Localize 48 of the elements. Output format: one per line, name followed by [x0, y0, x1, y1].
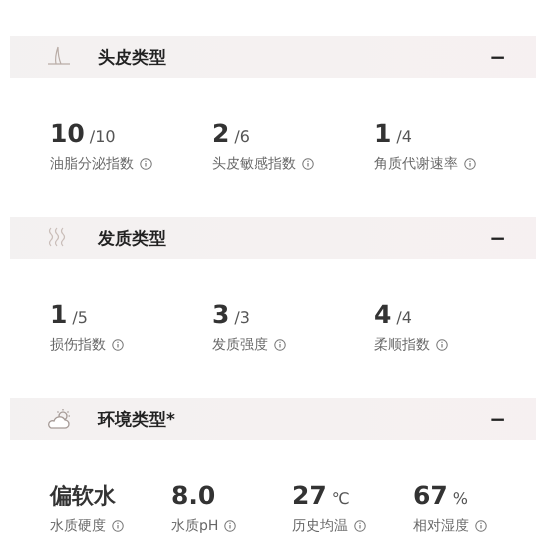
metric-value: 10 — [50, 119, 85, 148]
section-title: 发质类型 — [98, 228, 167, 250]
info-icon[interactable] — [436, 339, 448, 351]
info-icon[interactable] — [224, 520, 236, 532]
collapse-button[interactable]: − — [489, 228, 506, 248]
metric-unit: /3 — [234, 308, 250, 327]
metric-label: 头皮敏感指数 — [212, 155, 296, 173]
info-icon[interactable] — [464, 158, 476, 170]
metric-label: 损伤指数 — [50, 336, 106, 354]
metric-label: 油脂分泌指数 — [50, 155, 134, 173]
info-icon[interactable] — [112, 339, 124, 351]
metric-value: 4 — [374, 300, 392, 329]
collapse-button[interactable]: − — [489, 47, 506, 67]
metric-unit: /6 — [234, 127, 250, 146]
info-icon[interactable] — [140, 158, 152, 170]
section-title: 环境类型* — [98, 408, 176, 430]
metric-value: 偏软水 — [50, 483, 116, 511]
metric-value: 2 — [212, 119, 230, 148]
metric-value: 27 — [292, 481, 327, 510]
metric-unit: /4 — [396, 308, 412, 327]
metric-value: 3 — [212, 300, 230, 329]
info-icon[interactable] — [112, 520, 124, 532]
metric-label: 水质硬度 — [50, 517, 106, 535]
cloud-sun-icon — [46, 408, 72, 430]
metric-unit: /10 — [90, 127, 116, 146]
metric-unit: /4 — [396, 127, 412, 146]
metric-label: 水质pH — [171, 517, 218, 535]
metric-value: 1 — [374, 119, 392, 148]
info-icon[interactable] — [475, 520, 487, 532]
metric-label: 发质强度 — [212, 336, 268, 354]
metric-unit: ℃ — [332, 489, 350, 508]
metric-label: 历史均温 — [292, 517, 348, 535]
metric-label: 相对湿度 — [413, 517, 469, 535]
section-header[interactable]: 发质类型 − — [10, 217, 536, 259]
info-icon[interactable] — [302, 158, 314, 170]
metric-value: 1 — [50, 300, 68, 329]
info-icon[interactable] — [274, 339, 286, 351]
collapse-button[interactable]: − — [489, 409, 506, 429]
metric-unit: /5 — [72, 308, 88, 327]
metric-value: 67 — [413, 481, 448, 510]
section-title: 头皮类型 — [98, 46, 167, 68]
metric-label: 柔顺指数 — [374, 336, 430, 354]
section-header[interactable]: 头皮类型 − — [10, 36, 536, 78]
info-icon[interactable] — [354, 520, 366, 532]
metric-label: 角质代谢速率 — [374, 155, 458, 173]
metric-value: 8.0 — [171, 481, 216, 510]
section-header[interactable]: 环境类型* − — [10, 398, 536, 440]
metric-unit: % — [452, 489, 468, 508]
